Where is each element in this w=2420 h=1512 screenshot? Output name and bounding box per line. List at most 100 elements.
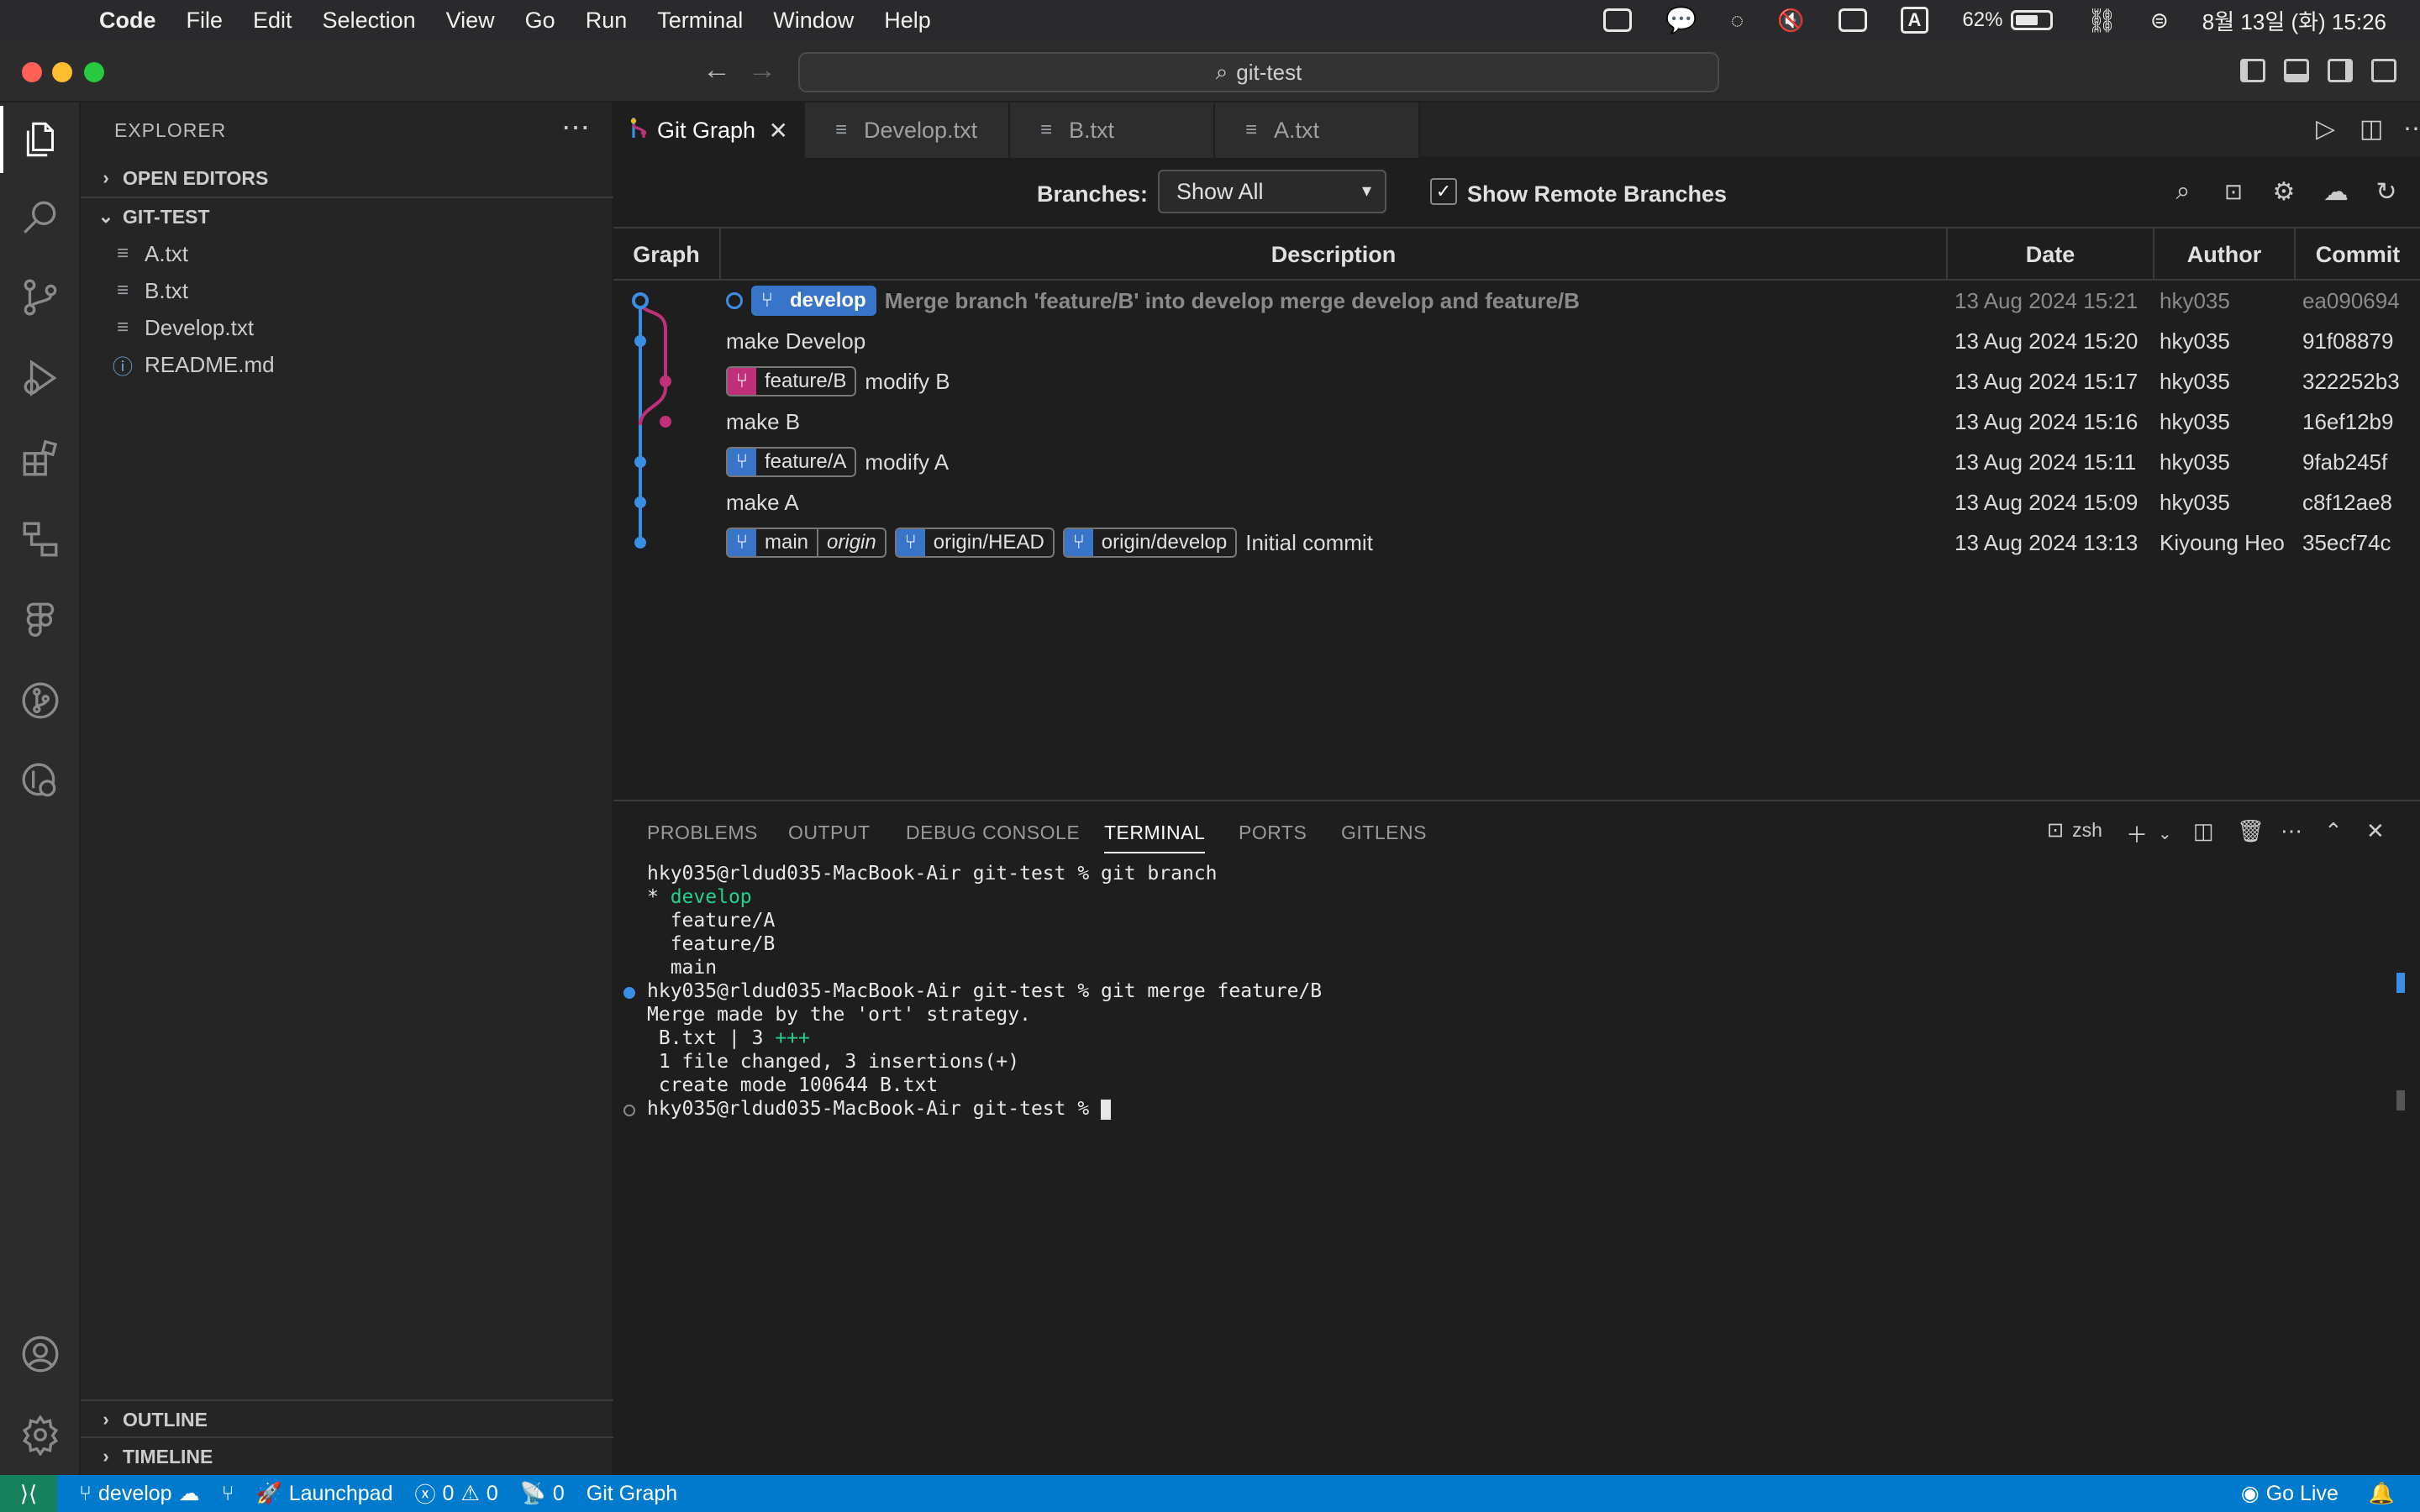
tab-terminal[interactable]: TERMINAL [1104, 822, 1206, 853]
back-arrow-icon[interactable]: ← [702, 54, 731, 87]
branch-ref-feature-b[interactable]: ⑂ feature/B [726, 366, 857, 396]
input-source-icon[interactable]: A [1900, 7, 1929, 34]
col-commit[interactable]: Commit [2296, 228, 2420, 281]
tab-git-graph[interactable]: Git Graph ✕ [613, 102, 805, 158]
menu-clock[interactable]: 8월 13일 (화) 15:26 [2202, 5, 2386, 36]
link-icon[interactable]: ⛓ [2086, 7, 2117, 34]
menu-selection[interactable]: Selection [323, 8, 416, 34]
control-center-icon[interactable]: ⊜ [2150, 8, 2169, 34]
source-control-icon[interactable] [0, 264, 81, 331]
commit-row[interactable]: ⑂ feature/A modify A 13 Aug 2024 15:11 h… [613, 442, 2420, 482]
figma-icon[interactable] [0, 586, 81, 654]
file-item[interactable]: ≡ B.txt [81, 272, 613, 309]
branch-ref-origin-head[interactable]: ⑂ origin/HEAD [894, 528, 1055, 558]
file-item[interactable]: ⓘ README.md [81, 346, 613, 383]
col-date[interactable]: Date [1948, 228, 2154, 281]
branch-ref-origin-develop[interactable]: ⑂ origin/develop [1062, 528, 1238, 558]
menu-help[interactable]: Help [884, 8, 931, 34]
commit-row[interactable]: ⑂ feature/B modify B 13 Aug 2024 15:17 h… [613, 361, 2420, 402]
more-actions-icon[interactable]: ⋯ [561, 111, 590, 144]
notifications-bell-icon[interactable]: 🔔 [2369, 1482, 2395, 1506]
toggle-secondary-sidebar-icon[interactable] [2328, 59, 2353, 82]
close-icon[interactable]: ✕ [769, 117, 788, 144]
branch-ref-develop[interactable]: ⑂ develop [751, 286, 876, 316]
col-graph[interactable]: Graph [613, 228, 721, 281]
account-icon[interactable] [0, 1320, 81, 1388]
extensions-icon[interactable] [0, 425, 81, 492]
tab-a[interactable]: ≡ A.txt [1215, 102, 1420, 158]
command-center-search[interactable]: ⌕ git-test [798, 52, 1719, 92]
branch-ref-feature-a[interactable]: ⑂ feature/A [726, 447, 857, 477]
tab-problems[interactable]: PROBLEMS [647, 822, 758, 844]
menu-app-name[interactable]: Code [99, 8, 156, 34]
customize-layout-icon[interactable] [2371, 59, 2396, 82]
run-icon[interactable]: ▷ [2316, 114, 2335, 144]
outline-section[interactable]: › OUTLINE [81, 1401, 613, 1438]
fetch-cloud-icon[interactable]: ☁ [2321, 176, 2351, 207]
find-icon[interactable]: ⌕ [2168, 176, 2198, 207]
commit-row[interactable]: make A 13 Aug 2024 15:09 hky035 c8f12ae8 [613, 482, 2420, 522]
branch-ref-main[interactable]: ⑂ main origin [726, 528, 886, 558]
scrollbar-marker[interactable] [2396, 1090, 2405, 1110]
forward-arrow-icon[interactable]: → [748, 54, 776, 87]
close-window-button[interactable] [22, 62, 42, 82]
file-item[interactable]: ≡ Develop.txt [81, 309, 613, 346]
commit-row[interactable]: make Develop 13 Aug 2024 15:20 hky035 91… [613, 321, 2420, 361]
run-debug-icon[interactable] [0, 344, 81, 412]
search-icon[interactable] [0, 183, 81, 250]
menu-run[interactable]: Run [586, 8, 628, 34]
split-editor-icon[interactable]: ◫ [2360, 114, 2383, 144]
new-terminal-icon[interactable]: ＋ [2126, 818, 2148, 849]
terminal-shell-selector[interactable]: ⊡ zsh [2047, 818, 2102, 843]
menu-terminal[interactable]: Terminal [657, 8, 743, 34]
photos-status-icon[interactable] [1603, 8, 1633, 32]
branches-dropdown[interactable]: Show All ▾ [1158, 170, 1386, 213]
gitlens-icon[interactable] [0, 748, 81, 815]
ports-status[interactable]: 📡 0 [520, 1482, 565, 1506]
explorer-icon[interactable] [0, 106, 81, 173]
terminal-output[interactable]: hky035@rldud035-MacBook-Air git-test % g… [623, 862, 1322, 1121]
scrollbar-marker[interactable] [2396, 973, 2405, 993]
tab-output[interactable]: OUTPUT [788, 822, 871, 844]
tab-develop[interactable]: ≡ Develop.txt [805, 102, 1010, 158]
more-actions-icon[interactable]: ⋯ [2403, 114, 2420, 144]
commit-row[interactable]: make B 13 Aug 2024 15:16 hky035 16ef12b9 [613, 402, 2420, 442]
command-pending-marker[interactable] [623, 1105, 635, 1116]
branch-status[interactable]: ⑂ develop ☁ [79, 1481, 200, 1506]
tab-gitlens[interactable]: GITLENS [1341, 822, 1427, 844]
mute-icon[interactable]: 🔇 [1777, 8, 1804, 34]
problems-status[interactable]: ⓧ 0 ⚠ 0 [414, 1478, 497, 1509]
focus-status-icon[interactable]: ◌ [1731, 8, 1744, 34]
settings-gear-icon[interactable]: ⚙ [2269, 176, 2299, 207]
file-item[interactable]: ≡ A.txt [81, 235, 613, 272]
tab-ports[interactable]: PORTS [1239, 822, 1307, 844]
chat-status-icon[interactable]: 💬 [1665, 6, 1697, 35]
remote-indicator-icon[interactable]: ⟩⟨ [0, 1475, 57, 1512]
split-terminal-icon[interactable]: ◫ [2193, 818, 2214, 844]
go-live-status[interactable]: ◉ Go Live [2241, 1481, 2338, 1506]
maximize-window-button[interactable] [84, 62, 104, 82]
git-graph-status[interactable]: Git Graph [587, 1482, 677, 1506]
commit-row[interactable]: ⑂ main origin ⑂ origin/HEAD ⑂ origin/dev… [613, 522, 2420, 563]
menu-window[interactable]: Window [773, 8, 854, 34]
col-author[interactable]: Author [2154, 228, 2296, 281]
timeline-section[interactable]: › TIMELINE [81, 1438, 613, 1475]
close-panel-icon[interactable]: ✕ [2366, 818, 2385, 844]
col-description[interactable]: Description [721, 228, 1948, 281]
show-remote-checkbox[interactable]: ✓ [1430, 178, 1457, 205]
command-success-marker[interactable] [623, 987, 635, 999]
more-actions-icon[interactable]: ⋯ [2281, 818, 2302, 844]
git-graph-icon[interactable] [0, 667, 81, 734]
battery-status[interactable]: 62% [1962, 8, 2054, 32]
tab-b[interactable]: ≡ B.txt [1010, 102, 1215, 158]
toggle-sidebar-icon[interactable] [2240, 59, 2265, 82]
minimize-window-button[interactable] [52, 62, 72, 82]
trash-icon[interactable]: 🗑 [2237, 818, 2265, 844]
chevron-down-icon[interactable]: ⌄ [2158, 823, 2172, 844]
remote-explorer-icon[interactable] [0, 506, 81, 573]
menu-edit[interactable]: Edit [253, 8, 292, 34]
refresh-icon[interactable]: ↻ [2371, 176, 2402, 207]
terminal-icon[interactable]: ⊡ [2218, 176, 2249, 207]
git-graph-status-icon[interactable]: ⑂ [222, 1482, 234, 1506]
tab-debug-console[interactable]: DEBUG CONSOLE [906, 822, 1080, 844]
